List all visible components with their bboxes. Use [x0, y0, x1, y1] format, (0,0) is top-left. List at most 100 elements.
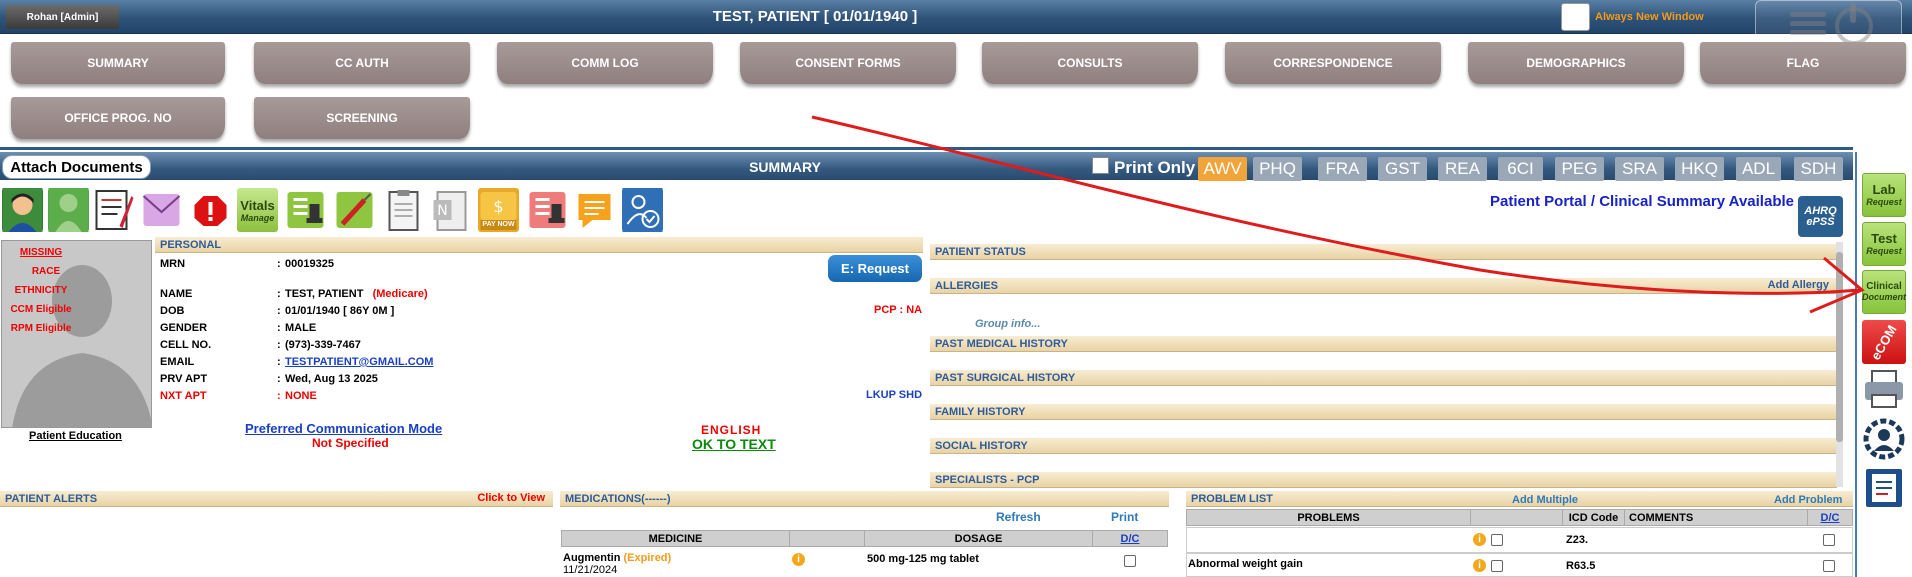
side-divider: [1855, 152, 1857, 577]
right-panel-scrollbar[interactable]: [1836, 242, 1843, 487]
patient-education-link[interactable]: Patient Education: [29, 430, 122, 442]
clinical-document-button[interactable]: Clinical Document: [1862, 270, 1906, 314]
personal-section-header: PERSONAL: [155, 237, 923, 253]
user-badge[interactable]: Rohan [Admin]: [6, 5, 119, 29]
problem-select-checkbox[interactable]: [1491, 534, 1503, 546]
power-icon[interactable]: [1835, 3, 1873, 45]
patient-portal-link[interactable]: Patient Portal / Clinical Summary Availa…: [1490, 193, 1794, 210]
print-only-label: Print Only: [1114, 158, 1196, 177]
assessment-awv-button[interactable]: AWV: [1198, 157, 1247, 181]
assessment-peg-button[interactable]: PEG: [1555, 157, 1604, 181]
missing-ethnicity: ETHNICITY: [14, 285, 68, 296]
stamp-checklist-icon[interactable]: [285, 188, 326, 232]
problem-info-icon[interactable]: i: [1473, 533, 1486, 546]
problem-dc-checkbox[interactable]: [1823, 560, 1835, 572]
preferred-communication-link[interactable]: Preferred Communication Mode: [245, 421, 442, 436]
e-request-button[interactable]: E: Request: [828, 255, 922, 282]
med-dc-column-header[interactable]: D/C: [1092, 530, 1168, 547]
attach-documents-button[interactable]: Attach Documents: [2, 155, 151, 179]
pay-now-button[interactable]: $ PAY NOW: [478, 188, 519, 232]
chat-bubble-icon[interactable]: [574, 188, 615, 232]
add-allergy-link[interactable]: Add Allergy: [1768, 279, 1829, 291]
add-multiple-problems-link[interactable]: Add Multiple: [1512, 494, 1578, 506]
mail-icon[interactable]: [141, 188, 182, 232]
user-settings-icon[interactable]: [1862, 417, 1906, 461]
communication-not-specified: Not Specified: [312, 436, 389, 450]
problem-icd-code: Z23.: [1566, 534, 1589, 546]
lab-request-button[interactable]: Lab Request: [1862, 173, 1906, 217]
tab-cc-auth[interactable]: CC AUTH: [254, 42, 470, 84]
summary-title: SUMMARY: [749, 159, 821, 175]
printer-icon[interactable]: [1862, 367, 1906, 411]
stop-alert-icon[interactable]: [190, 188, 231, 232]
medicine-column-header: MEDICINE: [561, 530, 790, 547]
rpm-eligible: RPM Eligible: [10, 323, 72, 334]
report-document-icon[interactable]: [1862, 466, 1906, 510]
past-surgical-history-header[interactable]: PAST SURGICAL HISTORY: [930, 370, 1837, 386]
medications-print-link[interactable]: Print: [1111, 510, 1138, 524]
medication-row[interactable]: Augmentin (Expired) 11/21/2024: [563, 552, 671, 576]
medications-refresh-link[interactable]: Refresh: [996, 510, 1041, 524]
patient-status-header[interactable]: PATIENT STATUS: [930, 244, 1837, 260]
assessment-adl-button[interactable]: ADL: [1736, 157, 1781, 181]
group-info-link[interactable]: Group info...: [975, 318, 1040, 330]
problem-info-icon[interactable]: i: [1473, 559, 1486, 572]
language-label: ENGLISH: [701, 423, 762, 437]
assessment-sdh-button[interactable]: SDH: [1794, 157, 1843, 181]
notes-edit-icon[interactable]: [93, 188, 134, 232]
vitals-manage-button[interactable]: Vitals Manage: [237, 188, 278, 232]
alerts-click-to-view[interactable]: Click to View: [477, 492, 545, 504]
tab-screening[interactable]: SCREENING: [254, 97, 470, 139]
ahrq-epss-button[interactable]: AHRQ ePSS: [1798, 196, 1843, 237]
ecom-button[interactable]: eCOM: [1862, 320, 1906, 364]
assessment-rea-button[interactable]: REA: [1438, 157, 1487, 181]
problem-dc-column-header[interactable]: D/C: [1807, 509, 1853, 526]
always-new-window-label: Always New Window: [1595, 11, 1704, 23]
problems-column-header: PROBLEMS: [1186, 509, 1471, 526]
assessment-6ci-button[interactable]: 6CI: [1498, 157, 1543, 181]
tab-consent-forms[interactable]: CONSENT FORMS: [740, 42, 956, 84]
problem-select-checkbox[interactable]: [1491, 560, 1503, 572]
add-problem-link[interactable]: Add Problem: [1774, 494, 1842, 506]
ok-to-text-link[interactable]: OK TO TEXT: [692, 436, 776, 452]
assessment-gst-button[interactable]: GST: [1378, 157, 1427, 181]
problem-name: Abnormal weight gain: [1188, 558, 1303, 570]
specialists-pcp-header[interactable]: SPECIALISTS - PCP: [930, 472, 1837, 488]
clipboard-icon[interactable]: [383, 188, 424, 232]
menu-icon[interactable]: [1790, 12, 1826, 38]
assessment-phq-button[interactable]: PHQ: [1253, 157, 1302, 181]
social-history-header[interactable]: SOCIAL HISTORY: [930, 438, 1837, 454]
tab-flag[interactable]: FLAG: [1700, 42, 1906, 84]
patient-face-icon[interactable]: [2, 188, 43, 232]
tab-office-prog-no[interactable]: OFFICE PROG. NO: [11, 97, 225, 139]
missing-link[interactable]: MISSING: [2, 243, 80, 262]
stamp-list-icon[interactable]: [527, 188, 568, 232]
tab-demographics[interactable]: DEMOGRAPHICS: [1468, 42, 1684, 84]
assessment-hkq-button[interactable]: HKQ: [1675, 157, 1724, 181]
print-only-checkbox[interactable]: [1092, 157, 1109, 174]
assessment-sra-button[interactable]: SRA: [1615, 157, 1664, 181]
notebook-icon[interactable]: N: [431, 188, 472, 232]
past-medical-history-header[interactable]: PAST MEDICAL HISTORY: [930, 336, 1837, 352]
patient-silhouette-icon[interactable]: [48, 188, 89, 232]
tab-comm-log[interactable]: COMM LOG: [497, 42, 713, 84]
lkup-shd-link[interactable]: LKUP SHD: [866, 389, 922, 401]
tab-correspondence[interactable]: CORRESPONDENCE: [1225, 42, 1441, 84]
assessment-fra-button[interactable]: FRA: [1318, 157, 1367, 181]
medication-dc-checkbox[interactable]: [1124, 555, 1136, 567]
dosage-column-header: DOSAGE: [864, 530, 1093, 547]
problem-row[interactable]: [1186, 527, 1853, 553]
icd-code-column-header: ICD Code: [1562, 509, 1625, 526]
email-link[interactable]: TESTPATIENT@GMAIL.COM: [285, 356, 433, 368]
test-request-button[interactable]: Test Request: [1862, 222, 1906, 266]
syringe-icon[interactable]: [334, 188, 375, 232]
problem-dc-checkbox[interactable]: [1823, 534, 1835, 546]
tab-summary[interactable]: SUMMARY: [11, 42, 225, 84]
always-new-window-checkbox[interactable]: [1561, 3, 1590, 31]
patient-title: TEST, PATIENT [ 01/01/1940 ]: [712, 8, 918, 25]
family-history-header[interactable]: FAMILY HISTORY: [930, 404, 1837, 420]
user-check-icon[interactable]: [622, 188, 663, 232]
tab-consults[interactable]: CONSULTS: [982, 42, 1198, 84]
allergies-header[interactable]: ALLERGIES Add Allergy: [930, 278, 1837, 294]
medication-info-icon[interactable]: i: [792, 553, 805, 566]
